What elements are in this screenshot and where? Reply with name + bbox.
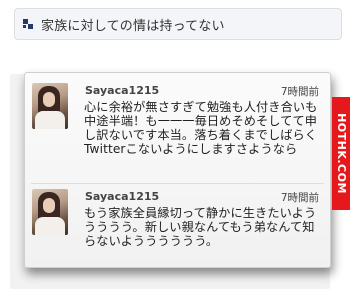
headline-title: 家族に対しての情は持ってない: [41, 18, 225, 34]
tweet-username[interactable]: Sayaca1215: [85, 190, 159, 203]
site-watermark: HOTHK.COM: [332, 97, 350, 210]
tweet-text: もう家族全員縁切って静かに生きたいよううううう。新しい親なんてもう弟なんて知らな…: [84, 206, 317, 248]
watermark-text: HOTHK.COM: [334, 113, 348, 194]
tweet-divider: [31, 183, 324, 184]
avatar[interactable]: [32, 83, 68, 129]
headline-bar: 家族に対しての情は持ってない: [14, 8, 342, 40]
tweet-text: 心に余裕が無さすぎて勉強も人付き合いも中途半端！も一一一毎日めそめそしてて申し訳…: [84, 100, 318, 156]
tweet-username[interactable]: Sayaca1215: [85, 84, 159, 97]
tweet-timestamp: 7時間前: [280, 192, 319, 204]
avatar[interactable]: [32, 189, 68, 235]
headline-mark-icon: [23, 19, 33, 29]
tweet-screenshot-card: Sayaca1215 7時間前 心に余裕が無さすぎて勉強も人付き合いも中途半端！…: [24, 72, 331, 268]
tweet-timestamp: 7時間前: [280, 86, 319, 98]
